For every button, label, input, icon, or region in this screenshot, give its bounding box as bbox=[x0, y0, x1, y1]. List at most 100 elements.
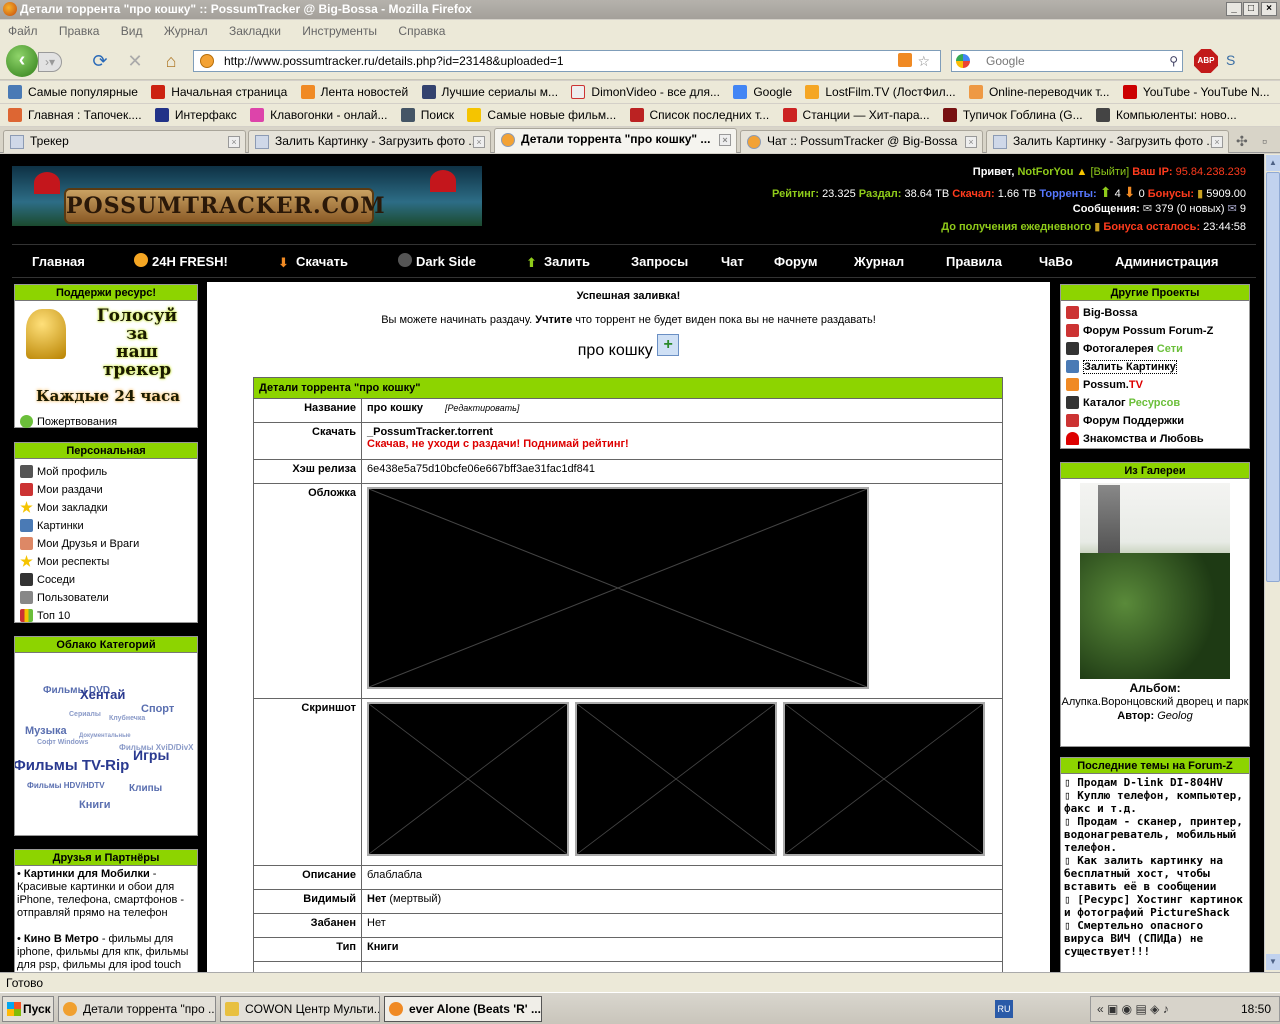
bookmark-item[interactable]: Начальная страница bbox=[149, 81, 287, 103]
friends-link[interactable]: Мои Друзья и Враги bbox=[15, 535, 197, 553]
close-tab-icon[interactable]: × bbox=[965, 136, 977, 148]
bookmark-item[interactable]: Список последних т... bbox=[628, 104, 769, 126]
scroll-down-icon[interactable]: ▼ bbox=[1266, 954, 1280, 970]
star-icon[interactable]: ☆ bbox=[917, 51, 930, 71]
project-link[interactable]: Залить Картинку bbox=[1061, 358, 1249, 376]
task-cowon[interactable]: COWON Центр Мульти... bbox=[220, 996, 380, 1022]
cloud-tag[interactable]: Игры bbox=[133, 747, 169, 763]
cloud-tag[interactable]: Клубнечка bbox=[109, 715, 145, 722]
cloud-tag[interactable]: Фильмы TV-Rip bbox=[15, 757, 129, 774]
start-button[interactable]: Пуск bbox=[2, 996, 54, 1022]
url-bar[interactable]: http://www.possumtracker.ru/details.php?… bbox=[193, 50, 941, 72]
skype-icon[interactable]: S bbox=[1226, 52, 1240, 70]
forward-button[interactable]: ›▾ bbox=[38, 52, 62, 72]
menu-log[interactable]: Журнал bbox=[854, 245, 904, 279]
menu-dark-side[interactable]: Dark Side bbox=[398, 245, 476, 279]
maximize-button[interactable]: □ bbox=[1243, 2, 1259, 16]
tab-torrent-details[interactable]: Детали торрента "про кошку" ... × bbox=[494, 128, 737, 153]
respects-link[interactable]: Мои респекты bbox=[15, 553, 197, 571]
task-firefox[interactable]: Детали торрента "про ... bbox=[58, 996, 216, 1022]
close-window-button[interactable]: × bbox=[1261, 2, 1277, 16]
menu-requests[interactable]: Запросы bbox=[631, 245, 688, 279]
inbox-icon[interactable]: ✉ bbox=[1143, 203, 1152, 215]
menu-home[interactable]: Главная bbox=[32, 245, 85, 279]
bookmark-item[interactable]: DimonVideo - все для... bbox=[569, 81, 720, 103]
menu-download[interactable]: ⬇ Скачать bbox=[278, 245, 348, 279]
screenshot-thumb[interactable] bbox=[367, 702, 569, 856]
tab-tracker[interactable]: Трекер × bbox=[3, 130, 246, 153]
menu-rules[interactable]: Правила bbox=[946, 245, 1002, 279]
neighbors-link[interactable]: Соседи bbox=[15, 571, 197, 589]
add-bookmark-icon[interactable]: + bbox=[657, 334, 680, 356]
bookmark-item[interactable]: Google bbox=[731, 81, 792, 103]
my-profile-link[interactable]: Мой профиль bbox=[15, 463, 197, 481]
tab-upload-image[interactable]: Залить Картинку - Загрузить фото ... × bbox=[248, 130, 491, 153]
pictures-link[interactable]: Картинки bbox=[15, 517, 197, 535]
partner-link[interactable]: Кино В Метро bbox=[24, 933, 99, 945]
tab-list-icon[interactable]: ✣ bbox=[1236, 133, 1248, 150]
project-link[interactable]: Big-Bossa bbox=[1061, 304, 1249, 322]
cloud-tag[interactable]: Хентай bbox=[80, 687, 125, 702]
new-tab-icon[interactable]: ▫ bbox=[1262, 133, 1267, 149]
forum-topic-link[interactable]: ▯ Смертельно опасного вируса ВИЧ (СПИДа)… bbox=[1064, 919, 1246, 958]
menu-forum[interactable]: Форум bbox=[774, 245, 817, 279]
bookmark-item[interactable]: Главная : Тапочек.... bbox=[6, 104, 142, 126]
stop-icon[interactable]: ✕ bbox=[125, 51, 145, 71]
bookmark-item[interactable]: Online-переводчик т... bbox=[967, 81, 1110, 103]
bookmark-item[interactable]: Лучшие сериалы м... bbox=[420, 81, 558, 103]
author-name[interactable]: Geolog bbox=[1157, 710, 1192, 722]
project-link[interactable]: Фотогалерея Сети bbox=[1061, 340, 1249, 358]
cloud-tag[interactable]: Музыка bbox=[25, 725, 67, 737]
tab-upload-image-2[interactable]: Залить Картинку - Загрузить фото ... × bbox=[986, 130, 1229, 153]
bookmark-item[interactable]: Самые новые фильм... bbox=[465, 104, 616, 126]
edit-link[interactable]: [Редактировать] bbox=[445, 403, 519, 413]
minimize-button[interactable]: _ bbox=[1226, 2, 1242, 16]
cloud-tag[interactable]: Книги bbox=[79, 799, 110, 811]
bookmark-item[interactable]: Интерфакс bbox=[153, 104, 237, 126]
language-indicator[interactable]: RU bbox=[995, 1000, 1013, 1018]
menu-24h-fresh[interactable]: 24H FRESH! bbox=[134, 245, 228, 279]
torrent-file-link[interactable]: _PossumTracker.torrent bbox=[367, 426, 997, 438]
page-scrollbar[interactable]: ▲ ▼ bbox=[1264, 154, 1280, 972]
messages-count[interactable]: 379 (0 новых) bbox=[1155, 203, 1224, 215]
site-logo[interactable]: POSSUMTRACKER.COM bbox=[12, 166, 482, 226]
project-link[interactable]: Знакомства и Любовь bbox=[1061, 430, 1249, 448]
screenshot-thumb[interactable] bbox=[575, 702, 777, 856]
bookmark-item[interactable]: Лента новостей bbox=[299, 81, 408, 103]
gallery-photo[interactable] bbox=[1080, 483, 1230, 679]
screenshot-thumb[interactable] bbox=[783, 702, 985, 856]
forum-topic-link[interactable]: ▯ Продам - сканер, принтер, водонагреват… bbox=[1064, 815, 1246, 854]
project-link[interactable]: Possum.TV bbox=[1061, 376, 1249, 394]
home-icon[interactable]: ⌂ bbox=[161, 51, 181, 71]
menu-tools[interactable]: Инструменты bbox=[302, 24, 377, 38]
rss-icon[interactable] bbox=[898, 53, 912, 67]
search-input[interactable]: Google ⚲ bbox=[951, 50, 1183, 72]
cover-image[interactable] bbox=[367, 487, 869, 689]
magnifier-icon[interactable]: ⚲ bbox=[1169, 51, 1178, 71]
cloud-tag[interactable]: Фильмы HDV/HDTV bbox=[27, 781, 105, 790]
bookmark-item[interactable]: Поиск bbox=[399, 104, 454, 126]
close-tab-icon[interactable]: × bbox=[1211, 136, 1223, 148]
users-link[interactable]: Пользователи bbox=[15, 589, 197, 607]
bookmark-item[interactable]: Самые популярные bbox=[6, 81, 138, 103]
forum-topic-link[interactable]: ▯ [Ресурс] Хостинг картинок и фотографий… bbox=[1064, 893, 1246, 919]
album-name[interactable]: Алупка.Воронцовский дворец и парк bbox=[1061, 695, 1249, 710]
close-tab-icon[interactable]: × bbox=[228, 136, 240, 148]
project-link[interactable]: Форум Поддержки bbox=[1061, 412, 1249, 430]
menu-faq[interactable]: ЧаВо bbox=[1039, 245, 1073, 279]
outbox-icon[interactable]: ✉ bbox=[1228, 203, 1237, 215]
vote-banner[interactable]: Голосуй за наш трекер Каждые 24 часа bbox=[18, 305, 194, 413]
my-torrents-link[interactable]: Мои раздачи bbox=[15, 481, 197, 499]
menu-file[interactable]: Файл bbox=[8, 24, 38, 38]
partner-link[interactable]: Картинки для Мобилки bbox=[24, 868, 150, 880]
tab-chat[interactable]: Чат :: PossumTracker @ Big-Bossa × bbox=[740, 130, 983, 153]
close-tab-icon[interactable]: × bbox=[719, 134, 731, 146]
forum-topic-link[interactable]: ▯ Куплю телефон, компьютер, факс и т.д. bbox=[1064, 789, 1246, 815]
bookmark-item[interactable]: YouTube - YouTube N... bbox=[1121, 81, 1270, 103]
menu-admin[interactable]: Администрация bbox=[1115, 245, 1218, 279]
menu-edit[interactable]: Правка bbox=[59, 24, 100, 38]
scroll-up-icon[interactable]: ▲ bbox=[1266, 155, 1280, 171]
logout-link[interactable]: [Выйти] bbox=[1090, 166, 1129, 178]
menu-bookmarks[interactable]: Закладки bbox=[229, 24, 281, 38]
cloud-tag[interactable]: Софт Windows bbox=[37, 739, 88, 746]
